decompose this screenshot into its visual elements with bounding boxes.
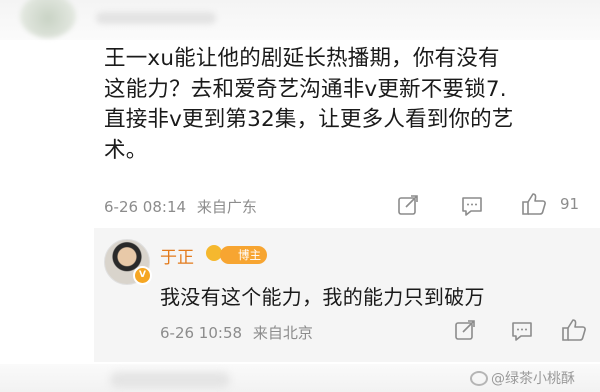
blurred-footer-content — [110, 372, 230, 388]
reply-location: 来自北京 — [252, 324, 313, 342]
like-icon[interactable] — [521, 192, 547, 220]
comment-text: 王一xu能让他的剧延长热播期，你有没有 这能力？去和爱奇艺沟通非v更新不要锁7.… — [104, 46, 514, 163]
reply-time: 6-26 10:58 — [160, 324, 243, 342]
comment-time: 6-26 08:14 — [104, 198, 187, 216]
reply-meta: 6-26 10:58 来自北京 — [160, 322, 313, 343]
weibo-logo-icon — [470, 370, 488, 386]
comment-icon[interactable] — [510, 320, 534, 346]
blurred-username — [96, 12, 216, 24]
host-badge: 博主 — [220, 246, 267, 264]
reply-text: 我没有这个能力，我的能力只到破万 — [160, 285, 485, 309]
share-icon[interactable] — [397, 194, 419, 220]
comment-icon[interactable] — [460, 195, 484, 221]
share-icon[interactable] — [454, 319, 476, 345]
watermark: @绿茶小桃酥 — [470, 368, 575, 388]
reply-author-name[interactable]: 于正 — [160, 243, 194, 268]
comment-meta: 6-26 08:14 来自广东 — [104, 196, 257, 217]
watermark-text: @绿茶小桃酥 — [491, 371, 575, 387]
like-count: 91 — [560, 195, 580, 213]
verified-badge-icon: V — [133, 266, 152, 285]
like-icon[interactable] — [561, 318, 587, 346]
blurred-header — [0, 0, 600, 40]
comment-location: 来自广东 — [196, 198, 257, 216]
